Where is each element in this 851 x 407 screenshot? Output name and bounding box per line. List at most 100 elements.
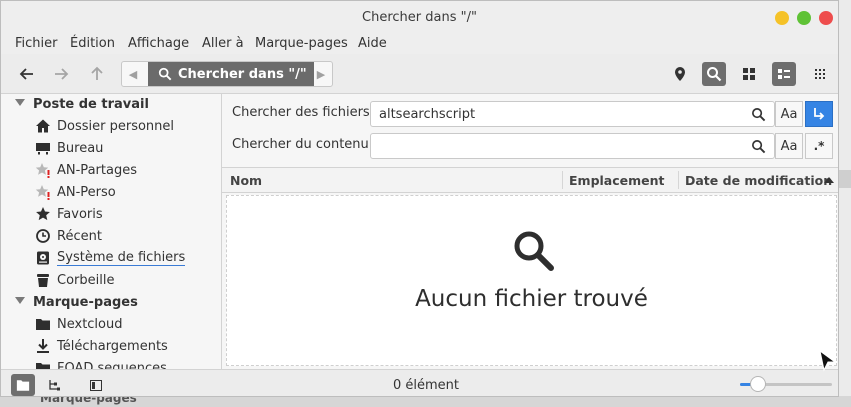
show-tree-button[interactable] — [42, 374, 66, 396]
column-header-row: Nom Emplacement Date de modification — [222, 167, 838, 193]
file-search-label: Chercher des fichiers : — [232, 105, 379, 120]
clock-icon — [35, 228, 51, 244]
toggle-content-search-button[interactable] — [805, 101, 833, 127]
sidebar-item-nextcloud[interactable]: Nextcloud — [35, 313, 123, 335]
sidebar-item-systeme-de-fichiers[interactable]: Système de fichiers — [35, 247, 186, 269]
path-bar: ◀ Chercher dans "/" ▶ — [121, 61, 333, 87]
path-crumb-search[interactable]: Chercher dans "/" — [148, 62, 314, 86]
arrow-right-icon — [55, 68, 69, 80]
search-icon — [514, 231, 554, 271]
column-divider[interactable] — [562, 171, 563, 189]
sidebar-item-dossier-personnel[interactable]: Dossier personnel — [35, 115, 174, 137]
path-scroll-right-button[interactable]: ▶ — [312, 62, 330, 86]
sidebar-item-recent[interactable]: Récent — [35, 225, 102, 247]
mouse-pointer-icon — [819, 349, 837, 372]
drive-icon — [35, 250, 51, 266]
status-bar: 0 élément — [1, 369, 838, 396]
list-view-button[interactable] — [772, 62, 796, 86]
main-pane: Chercher des fichiers : altsearchscript … — [222, 94, 838, 369]
download-icon — [35, 338, 51, 354]
menu-aide[interactable]: Aide — [358, 36, 387, 51]
desktop-icon — [35, 140, 51, 156]
close-button[interactable] — [819, 11, 833, 25]
column-date-modification[interactable]: Date de modification — [685, 173, 832, 188]
regex-button[interactable]: .* — [805, 133, 833, 159]
folder-icon — [35, 360, 51, 369]
menu-marque-pages[interactable]: Marque-pages — [255, 36, 348, 51]
arrow-up-icon — [91, 66, 103, 80]
file-manager-window: Chercher dans "/" Fichier Édition Affich… — [0, 0, 839, 397]
sidebar-item-an-partages[interactable]: AN-Partages — [35, 159, 137, 181]
results-area[interactable]: Aucun fichier trouvé — [226, 195, 837, 366]
search-icon — [707, 67, 722, 82]
content-search-label: Chercher du contenu : — [232, 137, 378, 152]
sidebar-item-favoris[interactable]: Favoris — [35, 203, 103, 225]
compact-grid-icon — [815, 69, 825, 79]
forward-button[interactable] — [49, 62, 73, 86]
sidebar-toggle-icon — [90, 379, 102, 391]
path-crumb-label: Chercher dans "/" — [178, 66, 307, 82]
status-item-count: 0 élément — [393, 378, 460, 393]
show-places-button[interactable] — [11, 374, 35, 396]
folder-icon — [16, 379, 30, 391]
sidebar-item-telechargements[interactable]: Téléchargements — [35, 335, 168, 357]
background-strip — [838, 170, 851, 188]
maximize-button[interactable] — [797, 11, 811, 25]
sidebar-item-corbeille[interactable]: Corbeille — [35, 269, 114, 291]
arrow-left-icon — [19, 68, 33, 80]
file-search-value: altsearchscript — [379, 107, 476, 122]
star-warning-icon — [35, 184, 51, 200]
sidebar: Poste de travail Dossier personnel Burea… — [1, 94, 222, 369]
search-icon[interactable] — [751, 107, 766, 126]
zoom-slider-knob[interactable] — [750, 376, 767, 392]
menu-aller-a[interactable]: Aller à — [202, 36, 244, 51]
minimize-button[interactable] — [775, 11, 789, 25]
sidebar-item-foad-sequences[interactable]: FOAD sequences — [35, 357, 167, 369]
menu-fichier[interactable]: Fichier — [15, 36, 58, 51]
background-window-edge — [838, 0, 851, 407]
icon-view-button[interactable] — [737, 62, 761, 86]
title-bar[interactable]: Chercher dans "/" — [1, 1, 838, 34]
collapse-triangle-icon — [15, 99, 25, 106]
window-title: Chercher dans "/" — [362, 10, 477, 25]
sort-ascending-icon — [824, 177, 834, 183]
sidebar-section-header[interactable]: Marque-pages — [15, 295, 138, 310]
background-peek-text: Marque-pages — [40, 396, 137, 405]
search-toggle-button[interactable] — [702, 62, 726, 86]
file-search-row: Chercher des fichiers : altsearchscript … — [222, 98, 838, 128]
background-window-bottom: Marque-pages — [0, 396, 851, 407]
file-search-input[interactable]: altsearchscript — [370, 101, 775, 127]
file-case-sensitive-button[interactable]: Aa — [775, 101, 803, 127]
toolbar: ◀ Chercher dans "/" ▶ — [1, 54, 838, 94]
zoom-slider[interactable] — [740, 376, 832, 392]
list-icon — [778, 69, 790, 79]
menu-edition[interactable]: Édition — [70, 36, 115, 51]
home-icon — [35, 118, 51, 134]
sidebar-section-header[interactable]: Poste de travail — [15, 97, 149, 112]
column-emplacement[interactable]: Emplacement — [569, 173, 665, 188]
compact-view-button[interactable] — [808, 62, 832, 86]
up-button[interactable] — [85, 62, 109, 86]
content-search-row: Chercher du contenu : Aa .* — [222, 130, 838, 160]
empty-results-message: Aucun fichier trouvé — [415, 286, 648, 312]
menu-bar: Fichier Édition Affichage Aller à Marque… — [1, 34, 838, 54]
content-case-sensitive-button[interactable]: Aa — [775, 133, 803, 159]
trash-icon — [35, 272, 51, 288]
sidebar-item-an-perso[interactable]: AN-Perso — [35, 181, 116, 203]
folder-icon — [35, 316, 51, 332]
path-scroll-left-button[interactable]: ◀ — [124, 62, 142, 86]
back-button[interactable] — [15, 62, 39, 86]
return-arrow-icon — [814, 108, 825, 120]
location-pin-icon — [675, 67, 685, 81]
location-button[interactable] — [668, 62, 692, 86]
star-icon — [35, 206, 51, 222]
grid-icon — [743, 68, 755, 80]
column-divider[interactable] — [678, 171, 679, 189]
menu-affichage[interactable]: Affichage — [128, 36, 189, 51]
sidebar-item-bureau[interactable]: Bureau — [35, 137, 103, 159]
search-icon[interactable] — [751, 139, 766, 158]
hide-sidebar-button[interactable] — [84, 374, 108, 396]
collapse-triangle-icon — [15, 297, 25, 304]
content-search-input[interactable] — [370, 133, 775, 159]
column-nom[interactable]: Nom — [230, 173, 262, 188]
